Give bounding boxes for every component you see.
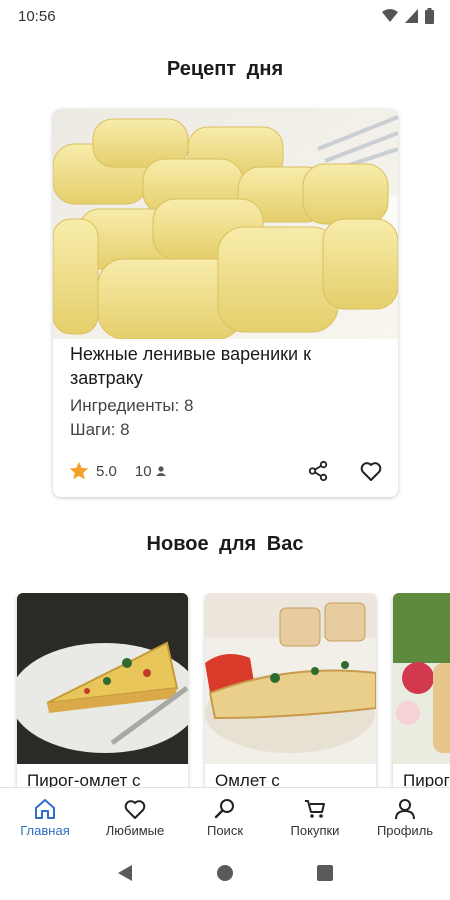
recipe-name: Пирог [403, 771, 450, 788]
home-circle-icon[interactable] [216, 864, 234, 882]
heart-icon [124, 800, 146, 819]
cart-icon [305, 800, 325, 818]
profile-icon [395, 799, 415, 820]
signal-icon [405, 9, 418, 23]
recipe-of-day-title: Рецепт дня [166, 58, 284, 80]
nav-label-shopping: Покупки [290, 823, 340, 838]
person-icon [155, 466, 166, 476]
recents-square-icon[interactable] [316, 864, 333, 881]
status-time: 10:56 [18, 7, 56, 25]
system-navigation-bar [0, 845, 450, 900]
new-for-you-title: Новое для Вас [146, 533, 304, 555]
featured-recipe-card[interactable]: Нежные ленивые вареники к завтраку Ингре… [53, 109, 398, 497]
status-icons [382, 8, 434, 24]
star-icon [69, 461, 89, 480]
status-bar: 10:56 [0, 0, 450, 32]
nav-label-home: Главная [20, 823, 70, 838]
recipe-image [17, 593, 188, 764]
recipe-card[interactable]: Пирог [393, 593, 450, 788]
wifi-icon [382, 9, 398, 22]
recipe-name: Пирог-омлет с [27, 771, 141, 788]
heart-icon [360, 462, 382, 481]
nav-label-search: Поиск [206, 823, 244, 838]
rating-value: 5.0 [96, 462, 117, 480]
nav-label-profile: Профиль [376, 823, 434, 838]
featured-recipe-image [53, 109, 398, 339]
back-icon[interactable] [117, 864, 133, 882]
nav-item-search[interactable]: Поиск [180, 788, 270, 845]
nav-item-shopping[interactable]: Покупки [270, 788, 360, 845]
nav-item-profile[interactable]: Профиль [360, 788, 450, 845]
nav-item-home[interactable]: Главная [0, 788, 90, 845]
new-recipes-carousel[interactable]: Пирог-омлет с Омлет с Пирог [0, 593, 450, 788]
nav-label-favorites: Любимые [105, 823, 165, 838]
nav-item-favorites[interactable]: Любимые [90, 788, 180, 845]
home-icon [35, 799, 55, 819]
recipe-name: Омлет с [215, 771, 280, 788]
reviews-count: 10 [134, 462, 152, 480]
favorite-button[interactable] [357, 457, 385, 485]
featured-recipe-name: Нежные ленивые вареники к завтраку [70, 344, 311, 388]
rating-row: 5.0 10 [68, 459, 167, 483]
bottom-navigation: Главная Любимые Поиск Покупки Профиль [0, 787, 450, 845]
battery-icon [425, 8, 434, 24]
share-button[interactable] [304, 457, 332, 485]
featured-ingredients-count: Ингредиенты: 8 [70, 396, 194, 415]
featured-steps-count: Шаги: 8 [70, 420, 130, 439]
share-icon [308, 460, 328, 482]
recipe-image [393, 593, 450, 764]
recipe-image [205, 593, 376, 764]
search-icon [214, 799, 234, 819]
recipe-card[interactable]: Пирог-омлет с [17, 593, 188, 788]
recipe-card[interactable]: Омлет с [205, 593, 376, 788]
reviews-count-group: 10 [135, 463, 167, 480]
